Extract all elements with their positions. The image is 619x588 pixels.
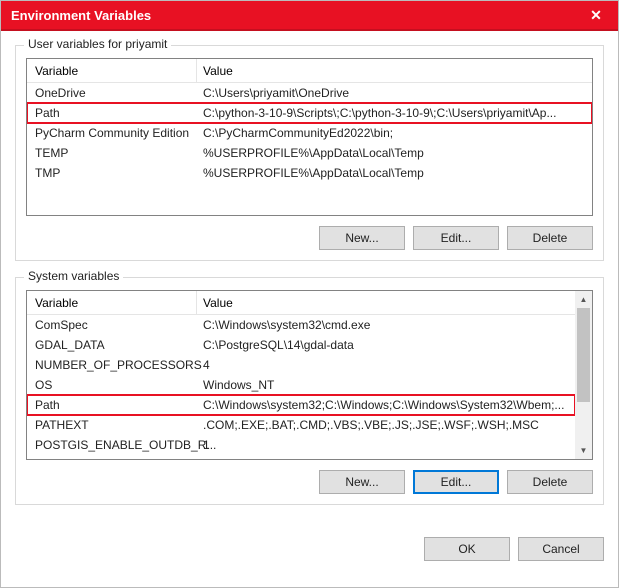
user-delete-button[interactable]: Delete bbox=[507, 226, 593, 250]
system-scrollbar[interactable]: ▲ ▼ bbox=[575, 291, 592, 459]
table-row[interactable]: OSWindows_NT bbox=[27, 375, 575, 395]
column-value[interactable]: Value bbox=[197, 291, 575, 314]
user-variables-list[interactable]: Variable Value OneDriveC:\Users\priyamit… bbox=[26, 58, 593, 216]
titlebar: Environment Variables ✕ bbox=[1, 1, 618, 31]
system-edit-button[interactable]: Edit... bbox=[413, 470, 499, 494]
cell-value: 4 bbox=[197, 358, 575, 372]
chevron-down-icon: ▼ bbox=[580, 446, 588, 455]
ok-button[interactable]: OK bbox=[424, 537, 510, 561]
table-row[interactable]: POSTGIS_ENABLE_OUTDB_R...1 bbox=[27, 435, 575, 455]
column-variable[interactable]: Variable bbox=[27, 291, 197, 314]
table-row[interactable]: PyCharm Community EditionC:\PyCharmCommu… bbox=[27, 123, 592, 143]
table-row[interactable]: PATHEXT.COM;.EXE;.BAT;.CMD;.VBS;.VBE;.JS… bbox=[27, 415, 575, 435]
cell-variable: PyCharm Community Edition bbox=[27, 126, 197, 140]
user-variables-group: User variables for priyamit Variable Val… bbox=[15, 45, 604, 261]
cell-variable: TMP bbox=[27, 166, 197, 180]
cell-value: .COM;.EXE;.BAT;.CMD;.VBS;.VBE;.JS;.JSE;.… bbox=[197, 418, 575, 432]
table-row[interactable]: PathC:\python-3-10-9\Scripts\;C:\python-… bbox=[27, 103, 592, 123]
user-list-header: Variable Value bbox=[27, 59, 592, 83]
window-title: Environment Variables bbox=[11, 8, 574, 23]
table-row[interactable]: GDAL_DATAC:\PostgreSQL\14\gdal-data bbox=[27, 335, 575, 355]
scroll-thumb[interactable] bbox=[577, 308, 590, 402]
column-variable[interactable]: Variable bbox=[27, 59, 197, 82]
user-edit-button[interactable]: Edit... bbox=[413, 226, 499, 250]
cell-variable: GDAL_DATA bbox=[27, 338, 197, 352]
cell-value: C:\PyCharmCommunityEd2022\bin; bbox=[197, 126, 592, 140]
close-icon: ✕ bbox=[590, 7, 602, 24]
system-list-header: Variable Value bbox=[27, 291, 575, 315]
table-row[interactable]: ComSpecC:\Windows\system32\cmd.exe bbox=[27, 315, 575, 335]
system-variables-list[interactable]: Variable Value ComSpecC:\Windows\system3… bbox=[26, 290, 593, 460]
scroll-up-button[interactable]: ▲ bbox=[575, 291, 592, 308]
cell-variable: Path bbox=[27, 106, 197, 120]
cancel-button[interactable]: Cancel bbox=[518, 537, 604, 561]
system-variables-group: System variables Variable Value ComSpecC… bbox=[15, 277, 604, 505]
cell-value: 1 bbox=[197, 438, 575, 452]
table-row[interactable]: TEMP%USERPROFILE%\AppData\Local\Temp bbox=[27, 143, 592, 163]
cell-value: %USERPROFILE%\AppData\Local\Temp bbox=[197, 146, 592, 160]
cell-value: C:\Windows\system32;C:\Windows;C:\Window… bbox=[197, 398, 575, 412]
table-row[interactable]: NUMBER_OF_PROCESSORS4 bbox=[27, 355, 575, 375]
cell-variable: OS bbox=[27, 378, 197, 392]
cell-variable: NUMBER_OF_PROCESSORS bbox=[27, 358, 197, 372]
cell-variable: PATHEXT bbox=[27, 418, 197, 432]
scroll-down-button[interactable]: ▼ bbox=[575, 442, 592, 459]
cell-value: C:\Users\priyamit\OneDrive bbox=[197, 86, 592, 100]
cell-value: Windows_NT bbox=[197, 378, 575, 392]
cell-variable: Path bbox=[27, 398, 197, 412]
table-row[interactable]: PathC:\Windows\system32;C:\Windows;C:\Wi… bbox=[27, 395, 575, 415]
cell-variable: OneDrive bbox=[27, 86, 197, 100]
column-value[interactable]: Value bbox=[197, 59, 592, 82]
close-button[interactable]: ✕ bbox=[574, 0, 618, 30]
scroll-track[interactable] bbox=[575, 308, 592, 442]
table-row[interactable]: TMP%USERPROFILE%\AppData\Local\Temp bbox=[27, 163, 592, 183]
system-group-label: System variables bbox=[24, 269, 123, 283]
cell-value: C:\Windows\system32\cmd.exe bbox=[197, 318, 575, 332]
cell-value: C:\python-3-10-9\Scripts\;C:\python-3-10… bbox=[197, 106, 592, 120]
user-new-button[interactable]: New... bbox=[319, 226, 405, 250]
table-row[interactable]: OneDriveC:\Users\priyamit\OneDrive bbox=[27, 83, 592, 103]
chevron-up-icon: ▲ bbox=[580, 295, 588, 304]
system-delete-button[interactable]: Delete bbox=[507, 470, 593, 494]
cell-value: %USERPROFILE%\AppData\Local\Temp bbox=[197, 166, 592, 180]
system-new-button[interactable]: New... bbox=[319, 470, 405, 494]
user-group-label: User variables for priyamit bbox=[24, 37, 171, 51]
cell-value: C:\PostgreSQL\14\gdal-data bbox=[197, 338, 575, 352]
cell-variable: ComSpec bbox=[27, 318, 197, 332]
cell-variable: TEMP bbox=[27, 146, 197, 160]
cell-variable: POSTGIS_ENABLE_OUTDB_R... bbox=[27, 438, 197, 452]
